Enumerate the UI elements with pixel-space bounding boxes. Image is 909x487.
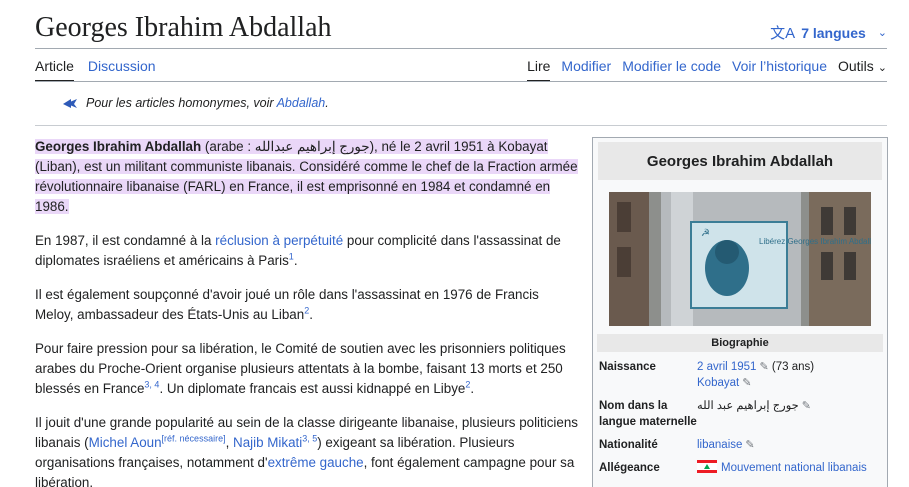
ref-3-4[interactable]: 3, 4 xyxy=(144,380,159,390)
link-libanaise[interactable]: libanaise xyxy=(697,439,742,451)
pencil-icon[interactable]: ✎ xyxy=(759,361,768,373)
arabic-name: جورج إبراهيم عبدالله xyxy=(254,139,370,154)
infobox-photo[interactable]: Libérez Georges Ibrahim Abdallah ☭ xyxy=(609,192,871,326)
paragraph-meloy: Il est également soupçonné d'avoir joué … xyxy=(35,287,539,322)
paragraph-intro: Georges Ibrahim Abdallah (arabe : جورج إ… xyxy=(35,139,578,214)
photo-illustration: Libérez Georges Ibrahim Abdallah ☭ xyxy=(609,192,871,326)
sticker-text: Libérez Georges Ibrahim Abdallah xyxy=(759,237,871,246)
infobox: Georges Ibrahim Abdallah Libérez Georges… xyxy=(592,137,888,487)
hatnote-text: Pour les articles homonymes, voir xyxy=(86,96,277,110)
tab-edit-source[interactable]: Modifier le code xyxy=(622,58,721,82)
infobox-section-header: Biographie xyxy=(597,334,883,352)
link-birth-date[interactable]: 2 avril 1951 xyxy=(697,361,756,373)
tools-menu[interactable]: Outils ⌄ xyxy=(838,58,887,82)
tabs-divider xyxy=(35,81,887,82)
infobox-row-allegeance: Allégeance Mouvement national libanais xyxy=(597,460,883,476)
link-kobayat[interactable]: Kobayat xyxy=(697,377,739,389)
hatnote: Pour les articles homonymes, voir Abdall… xyxy=(62,96,329,110)
tab-read[interactable]: Lire xyxy=(527,58,551,82)
pencil-icon[interactable]: ✎ xyxy=(745,439,754,451)
paragraph-condamnation: En 1987, il est condamné à la réclusion … xyxy=(35,233,561,268)
lebanon-flag-icon xyxy=(697,460,717,473)
infobox-title: Georges Ibrahim Abdallah xyxy=(598,142,882,180)
chevron-down-icon: ⌄ xyxy=(877,27,887,39)
chevron-down-icon: ⌄ xyxy=(877,62,887,74)
language-button[interactable]: 文A 7 langues ⌄ xyxy=(770,22,887,43)
link-mouvement-national[interactable]: Mouvement national libanais xyxy=(721,462,867,474)
svg-text:☭: ☭ xyxy=(701,228,710,239)
language-count: 7 langues xyxy=(801,24,866,41)
infobox-row-naissance: Naissance 2 avril 1951 ✎ (73 ans) Kobayat… xyxy=(599,361,815,389)
article-body: Georges Ibrahim Abdallah (arabe : جورج إ… xyxy=(35,137,581,487)
infobox-row-nationalite: Nationalité libanaise ✎ xyxy=(597,437,883,453)
label-nationalite: Nationalité xyxy=(599,439,658,451)
tools-label: Outils xyxy=(837,58,874,74)
label-allegeance: Allégeance xyxy=(599,462,660,474)
disambiguation-icon xyxy=(63,99,77,108)
title-divider xyxy=(35,48,887,49)
paragraph-popularite: Il jouit d'une grande popularité au sein… xyxy=(35,415,578,487)
label-naissance: Naissance xyxy=(599,361,656,373)
link-michel-aoun[interactable]: Michel Aoun xyxy=(89,435,162,450)
ref-3-5[interactable]: 3, 5 xyxy=(302,434,317,444)
pencil-icon[interactable]: ✎ xyxy=(742,377,751,389)
hatnote-link[interactable]: Abdallah xyxy=(277,96,326,110)
tab-history[interactable]: Voir l’historique xyxy=(732,58,827,82)
hatnote-divider xyxy=(35,125,887,126)
view-tabs: Lire Modifier Modifier le code Voir l’hi… xyxy=(527,58,887,82)
tab-edit[interactable]: Modifier xyxy=(561,58,611,82)
native-name: جورج إبراهيم عبد الله xyxy=(697,400,799,412)
pencil-icon[interactable]: ✎ xyxy=(802,400,811,412)
paragraph-attentats: Pour faire pression pour sa libération, … xyxy=(35,341,566,396)
link-extreme-gauche[interactable]: extrême gauche xyxy=(268,455,364,470)
tab-article[interactable]: Article xyxy=(35,58,74,82)
label-nom-langue: Nom dans la langue maternelle xyxy=(599,400,697,428)
link-najib-mikati[interactable]: Najib Mikati xyxy=(233,435,302,450)
translate-icon: 文A xyxy=(770,25,796,42)
namespace-tabs: Article Discussion xyxy=(35,58,156,82)
ref-needed[interactable]: [réf. nécessaire] xyxy=(162,434,226,444)
subject-name: Georges Ibrahim Abdallah xyxy=(35,139,202,154)
link-reclusion[interactable]: réclusion à perpétuité xyxy=(215,233,343,248)
page-title: Georges Ibrahim Abdallah xyxy=(35,12,332,43)
tab-discussion[interactable]: Discussion xyxy=(88,58,156,82)
infobox-row-nom: Nom dans la langue maternelle جورج إبراه… xyxy=(597,398,883,430)
